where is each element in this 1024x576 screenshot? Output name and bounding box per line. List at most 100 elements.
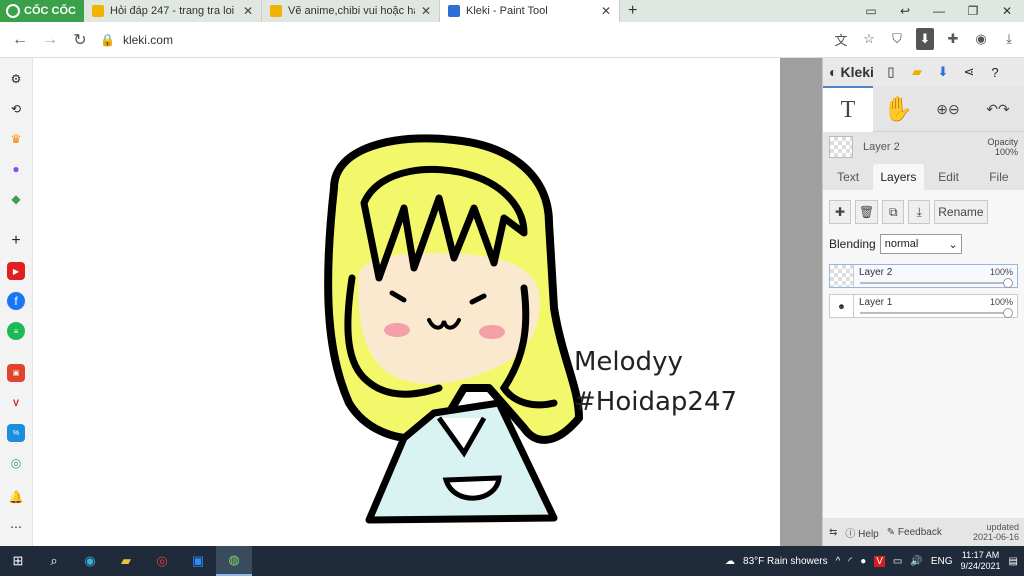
share-icon[interactable]: ⋖ <box>960 63 978 81</box>
kleki-favicon-icon <box>448 5 460 17</box>
search-icon[interactable]: ⌕ <box>36 546 72 576</box>
new-file-icon[interactable]: ▯ <box>882 63 900 81</box>
help-circle-icon[interactable]: ? <box>986 63 1004 81</box>
tab-text[interactable]: Text <box>823 164 873 190</box>
blending-select[interactable]: normal ⌄ <box>879 234 962 254</box>
facebook-icon[interactable]: f <box>7 292 25 310</box>
maps-icon[interactable]: ◎ <box>7 454 25 472</box>
game-icon[interactable]: ◆ <box>7 190 25 208</box>
notifications-icon[interactable]: ▤ <box>1009 556 1018 567</box>
tab-title: Vẽ anime,chibi vui hoặc hạnh <box>288 5 415 17</box>
language-indicator[interactable]: ENG <box>931 556 953 567</box>
weather-text[interactable]: 83°F Rain showers <box>743 556 828 567</box>
tiki-icon[interactable]: % <box>7 424 25 442</box>
close-window-button[interactable]: ✕ <box>990 0 1024 22</box>
layer-opacity-slider[interactable] <box>1003 308 1013 318</box>
help-link[interactable]: ⓘ Help <box>845 525 878 540</box>
mic-icon[interactable]: ● <box>860 556 866 567</box>
text-tool-button[interactable]: T <box>823 86 873 132</box>
merge-layer-button[interactable]: ⤓ <box>908 200 931 224</box>
wifi-icon[interactable]: ◜ <box>848 556 852 567</box>
notification-bell-icon[interactable]: 🔔 <box>7 488 25 506</box>
battery-icon[interactable]: ▭ <box>893 556 902 567</box>
tab-hoidap[interactable]: Hỏi đáp 247 - trang tra loi ✕ <box>84 0 262 22</box>
add-layer-button[interactable]: ✚ <box>829 200 851 224</box>
weather-icon[interactable]: ☁ <box>725 556 735 567</box>
volume-icon[interactable]: 🔊 <box>910 556 922 567</box>
zoom-icon[interactable]: ⊕⊖ <box>923 86 973 132</box>
blending-row: Blending normal ⌄ <box>829 234 1018 254</box>
chrome-icon[interactable]: ◎ <box>144 546 180 576</box>
restore-button[interactable]: ❐ <box>956 0 990 22</box>
close-tab-icon[interactable]: ✕ <box>601 4 611 18</box>
undo-redo-icon[interactable]: ↶↷ <box>973 86 1023 132</box>
tab-title: Kleki - Paint Tool <box>466 5 548 17</box>
close-tab-icon[interactable]: ✕ <box>421 4 431 18</box>
reload-button[interactable]: ↻ <box>65 30 95 50</box>
toolbar-icons: 文 ☆ ⛉ ⬇ ✚ ◉ ⤓ <box>832 28 1018 50</box>
duplicate-layer-button[interactable]: ⧉ <box>882 200 905 224</box>
zoom-app-icon[interactable]: ▣ <box>180 546 216 576</box>
coccoc-taskbar-icon[interactable]: ◍ <box>216 546 252 576</box>
cast-icon[interactable]: ▭ <box>854 0 888 22</box>
opacity-value: 100% <box>994 147 1018 157</box>
canvas-gutter <box>780 58 822 546</box>
tray-chevron-icon[interactable]: ^ <box>836 556 841 567</box>
blending-label: Blending <box>829 237 876 251</box>
kleki-panel: ◐ Kleki ▯ ▰ ⬇ ⋖ ? T ✋ ⊕⊖ ↶↷ Layer 2 Opaci… <box>822 58 1024 546</box>
layer-thumbnail <box>829 136 853 158</box>
crown-icon[interactable]: ♛ <box>7 130 25 148</box>
history-icon[interactable]: ⟲ <box>7 100 25 118</box>
feedback-link[interactable]: ✎ Feedback <box>887 527 942 538</box>
tab-kleki[interactable]: Kleki - Paint Tool ✕ <box>440 0 620 22</box>
open-folder-icon[interactable]: ▰ <box>908 63 926 81</box>
profile-icon[interactable]: ◉ <box>972 28 990 50</box>
vietnamese-input-icon[interactable]: V <box>874 555 885 567</box>
youtube-icon[interactable]: ▶ <box>7 262 25 280</box>
tab-edit[interactable]: Edit <box>924 164 974 190</box>
tab-layers[interactable]: Layers <box>873 164 924 190</box>
shield-icon[interactable]: ⛉ <box>888 28 906 50</box>
add-icon[interactable]: + <box>7 232 25 250</box>
close-tab-icon[interactable]: ✕ <box>243 4 253 18</box>
messenger-icon[interactable]: ● <box>7 160 25 178</box>
rename-button[interactable]: Rename <box>934 200 988 224</box>
coccoc-logo-icon <box>6 4 20 18</box>
layer-row-2[interactable]: Layer 2 100% <box>829 264 1018 288</box>
back-history-icon[interactable]: ↩ <box>888 0 922 22</box>
shopee-icon[interactable]: ▣ <box>7 364 25 382</box>
chevron-down-icon: ⌄ <box>948 238 958 251</box>
panel-footer: ⇆ ⓘ Help ✎ Feedback updated 2021-06-16 <box>823 518 1024 546</box>
tab-file[interactable]: File <box>974 164 1024 190</box>
layer-opacity-slider[interactable] <box>1003 278 1013 288</box>
file-explorer-icon[interactable]: ▰ <box>108 546 144 576</box>
new-tab-button[interactable]: + <box>620 2 645 20</box>
layer-name: Layer 1 <box>859 297 893 308</box>
extensions-icon[interactable]: ✚ <box>944 28 962 50</box>
translate-icon[interactable]: 文 <box>832 28 850 50</box>
save-download-icon[interactable]: ⬇ <box>934 63 952 81</box>
back-button[interactable]: ← <box>5 31 35 49</box>
clock[interactable]: 11:17 AM 9/24/2021 <box>961 550 1001 572</box>
paint-canvas[interactable]: Melodyy #Hoidap247 <box>34 58 780 546</box>
start-icon[interactable]: ⊞ <box>0 546 36 576</box>
minimize-button[interactable]: — <box>922 0 956 22</box>
kleki-logo[interactable]: ◐ Kleki <box>829 64 874 80</box>
delete-layer-button[interactable]: 🗑 <box>855 200 879 224</box>
tab-anime[interactable]: Vẽ anime,chibi vui hoặc hạnh ✕ <box>262 0 440 22</box>
swap-icon[interactable]: ⇆ <box>829 527 837 538</box>
settings-icon[interactable]: ⚙ <box>7 70 25 88</box>
coccoc-menu-button[interactable]: CỐC CỐC <box>0 0 84 22</box>
layer-row-1[interactable]: ☻ Layer 1 100% <box>829 294 1018 318</box>
edge-icon[interactable]: ◉ <box>72 546 108 576</box>
star-icon[interactable]: ☆ <box>860 28 878 50</box>
spotify-icon[interactable]: ≡ <box>7 322 25 340</box>
tool-row: T ✋ ⊕⊖ ↶↷ <box>823 86 1024 132</box>
address-bar[interactable]: 🔒 kleki.com <box>94 27 808 53</box>
downloads-icon[interactable]: ⤓ <box>1000 28 1018 50</box>
forward-button[interactable]: → <box>35 31 65 49</box>
hand-tool-icon[interactable]: ✋ <box>873 86 923 132</box>
vtv-icon[interactable]: V <box>7 394 25 412</box>
more-icon[interactable]: ⋯ <box>7 518 25 536</box>
download-arrow-icon[interactable]: ⬇ <box>916 28 934 50</box>
